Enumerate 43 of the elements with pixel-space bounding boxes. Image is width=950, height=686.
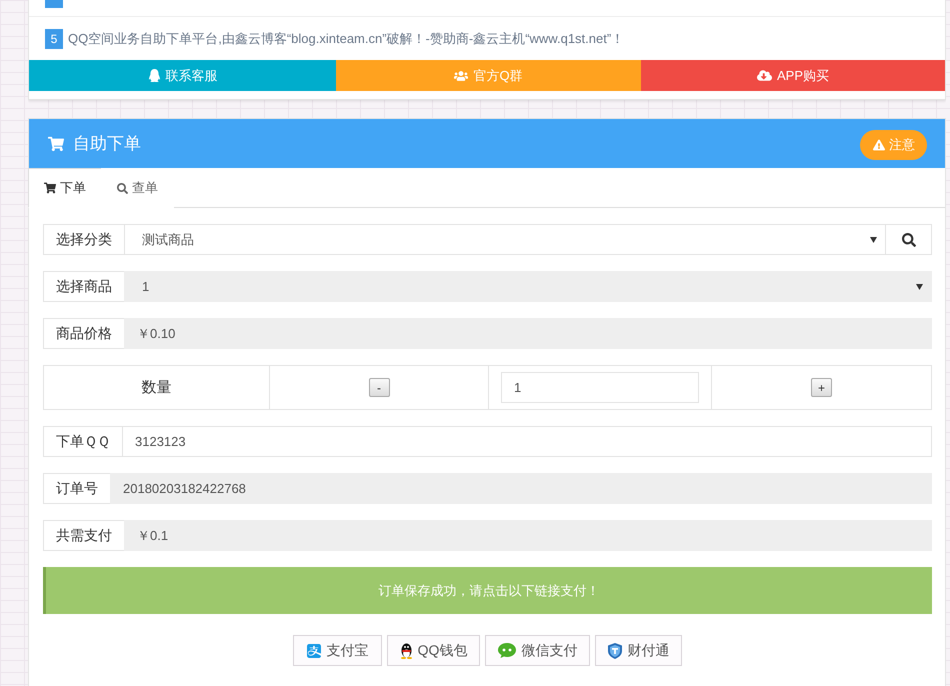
number-badge — [45, 0, 63, 8]
payment-button[interactable]: 财付通 — [595, 635, 682, 666]
cart-icon — [48, 136, 64, 152]
field-label: 选择分类 — [43, 224, 124, 255]
shield-icon — [608, 642, 622, 658]
field-label: 订单号 — [43, 473, 110, 504]
caret-icon — [870, 236, 877, 242]
field-label: 下单ＱＱ — [43, 426, 122, 457]
panel-title: 自助下单 — [73, 133, 141, 155]
notice-text: QQ空间业务自助下单平台,由鑫云博客“blog.xinteam.cn”破解！-赞助商-鑫云主机“www.q1st.net”！ — [68, 30, 624, 48]
input-field[interactable]: 3123123 — [122, 426, 932, 457]
contact-button[interactable]: APP购买 — [641, 60, 945, 91]
quantity-input[interactable]: 1 — [501, 372, 699, 403]
tab[interactable]: 下单 — [28, 168, 102, 208]
field-label: 共需支付 — [43, 520, 124, 551]
payment-button[interactable]: QQ钱包 — [386, 635, 480, 666]
users-icon — [454, 68, 468, 82]
chat-bubble-icon — [498, 643, 516, 658]
minus-button[interactable]: - — [368, 378, 390, 397]
payment-button[interactable]: 微信支付 — [485, 635, 590, 666]
success-alert: 订单保存成功，请点击以下链接支付！ — [43, 567, 932, 614]
readonly-field[interactable]: 20180203182422768 — [110, 473, 932, 504]
alipay-icon — [306, 642, 322, 658]
readonly-field[interactable]: ￥0.10 — [124, 318, 932, 349]
plus-button[interactable]: + — [811, 378, 832, 397]
field-label: 商品价格 — [43, 318, 124, 349]
warning-icon — [873, 138, 885, 150]
select-field[interactable]: 测试商品 — [124, 224, 886, 255]
search-icon — [117, 182, 128, 194]
readonly-field[interactable]: ￥0.1 — [124, 520, 932, 551]
caret-icon — [916, 284, 923, 290]
cart-icon — [44, 182, 56, 194]
penguin-icon — [400, 642, 413, 658]
cloud-download-icon — [756, 68, 772, 83]
number-badge: 5 — [45, 28, 63, 48]
search-button[interactable] — [886, 224, 932, 255]
select-field[interactable]: 1 — [124, 271, 932, 302]
search-icon — [902, 232, 916, 246]
quantity-label: 数量 — [140, 378, 172, 398]
penguin-icon — [148, 69, 160, 82]
tab[interactable]: 查单 — [101, 168, 174, 208]
payment-button[interactable]: 支付宝 — [292, 635, 382, 666]
field-label: 选择商品 — [43, 271, 124, 302]
